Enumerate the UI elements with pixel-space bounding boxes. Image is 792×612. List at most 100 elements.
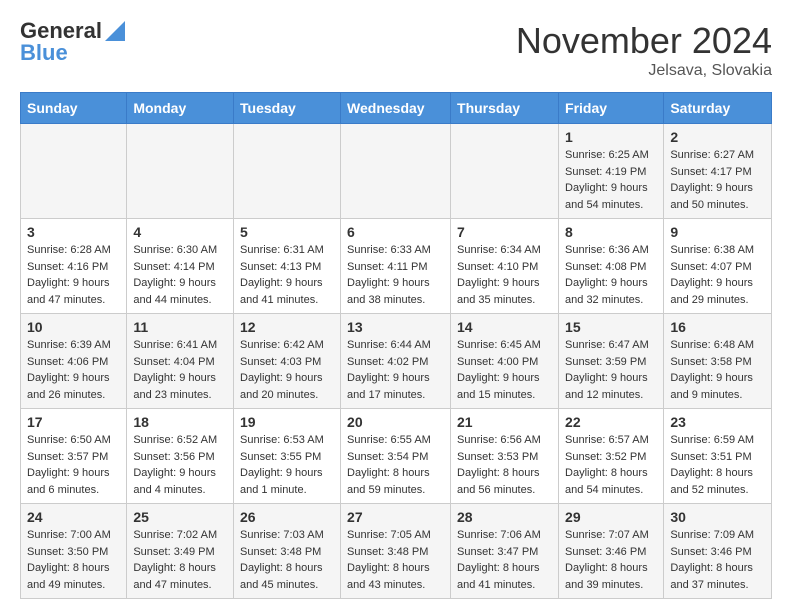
calendar-week-1: 3 Sunrise: 6:28 AMSunset: 4:16 PMDaylight… [21,219,772,314]
logo-triangle-icon [105,21,125,41]
day-number: 6 [347,224,444,240]
day-info: Sunrise: 7:00 AMSunset: 3:50 PMDaylight:… [27,527,120,593]
calendar-cell: 12Sunrise: 6:42 AMSunset: 4:03 PMDayligh… [234,314,341,409]
day-number: 19 [240,414,334,430]
calendar-cell: 29 Sunrise: 7:07 AMSunset: 3:46 PMDayligh… [559,504,664,599]
day-info: Sunrise: 6:53 AMSunset: 3:55 PMDaylight:… [240,432,334,498]
calendar-cell: 9 Sunrise: 6:38 AMSunset: 4:07 PMDaylight… [664,219,772,314]
day-number: 30 [670,509,765,525]
day-info: Sunrise: 6:25 AMSunset: 4:19 PMDaylight:… [565,147,657,213]
day-info: Sunrise: 6:48 AMSunset: 3:58 PMDaylight:… [670,337,765,403]
col-thursday: Thursday [451,93,559,124]
calendar-cell: 5Sunrise: 6:31 AMSunset: 4:13 PMDaylight… [234,219,341,314]
col-sunday: Sunday [21,93,127,124]
day-number: 10 [27,319,120,335]
calendar-cell [451,124,559,219]
day-number: 2 [670,129,765,145]
day-number: 22 [565,414,657,430]
calendar-cell: 23 Sunrise: 6:59 AMSunset: 3:51 PMDayligh… [664,409,772,504]
day-number: 14 [457,319,552,335]
calendar-cell [234,124,341,219]
day-number: 23 [670,414,765,430]
day-number: 24 [27,509,120,525]
day-info: Sunrise: 6:45 AMSunset: 4:00 PMDaylight:… [457,337,552,403]
day-number: 27 [347,509,444,525]
day-info: Sunrise: 7:02 AMSunset: 3:49 PMDaylight:… [133,527,227,593]
calendar-week-4: 24 Sunrise: 7:00 AMSunset: 3:50 PMDayligh… [21,504,772,599]
calendar-cell: 27 Sunrise: 7:05 AMSunset: 3:48 PMDayligh… [341,504,451,599]
col-monday: Monday [127,93,234,124]
day-info: Sunrise: 6:59 AMSunset: 3:51 PMDaylight:… [670,432,765,498]
logo: General Blue [20,20,125,64]
calendar-cell: 3 Sunrise: 6:28 AMSunset: 4:16 PMDaylight… [21,219,127,314]
day-info: Sunrise: 6:57 AMSunset: 3:52 PMDaylight:… [565,432,657,498]
calendar-cell: 15 Sunrise: 6:47 AMSunset: 3:59 PMDayligh… [559,314,664,409]
calendar-cell: 14 Sunrise: 6:45 AMSunset: 4:00 PMDayligh… [451,314,559,409]
location: Jelsava, Slovakia [516,62,772,80]
day-info: Sunrise: 6:28 AMSunset: 4:16 PMDaylight:… [27,242,120,308]
calendar-cell: 11Sunrise: 6:41 AMSunset: 4:04 PMDayligh… [127,314,234,409]
calendar-header: Sunday Monday Tuesday Wednesday Thursday… [21,93,772,124]
calendar-cell: 21 Sunrise: 6:56 AMSunset: 3:53 PMDayligh… [451,409,559,504]
col-wednesday: Wednesday [341,93,451,124]
day-number: 28 [457,509,552,525]
title-section: November 2024 Jelsava, Slovakia [516,20,772,80]
day-info: Sunrise: 6:34 AMSunset: 4:10 PMDaylight:… [457,242,552,308]
calendar-cell: 25 Sunrise: 7:02 AMSunset: 3:49 PMDayligh… [127,504,234,599]
day-number: 11 [133,319,227,335]
day-info: Sunrise: 6:38 AMSunset: 4:07 PMDaylight:… [670,242,765,308]
col-tuesday: Tuesday [234,93,341,124]
day-number: 15 [565,319,657,335]
day-number: 8 [565,224,657,240]
calendar-week-2: 10Sunrise: 6:39 AMSunset: 4:06 PMDayligh… [21,314,772,409]
calendar-cell: 6Sunrise: 6:33 AMSunset: 4:11 PMDaylight… [341,219,451,314]
day-number: 20 [347,414,444,430]
calendar-cell: 7 Sunrise: 6:34 AMSunset: 4:10 PMDaylight… [451,219,559,314]
day-info: Sunrise: 7:03 AMSunset: 3:48 PMDaylight:… [240,527,334,593]
calendar-body: 1 Sunrise: 6:25 AMSunset: 4:19 PMDaylight… [21,124,772,599]
calendar-table: Sunday Monday Tuesday Wednesday Thursday… [20,92,772,599]
calendar-cell: 19 Sunrise: 6:53 AMSunset: 3:55 PMDayligh… [234,409,341,504]
day-info: Sunrise: 7:06 AMSunset: 3:47 PMDaylight:… [457,527,552,593]
day-info: Sunrise: 6:30 AMSunset: 4:14 PMDaylight:… [133,242,227,308]
day-info: Sunrise: 7:09 AMSunset: 3:46 PMDaylight:… [670,527,765,593]
calendar-cell: 30 Sunrise: 7:09 AMSunset: 3:46 PMDayligh… [664,504,772,599]
day-info: Sunrise: 6:47 AMSunset: 3:59 PMDaylight:… [565,337,657,403]
day-number: 9 [670,224,765,240]
day-number: 21 [457,414,552,430]
day-number: 1 [565,129,657,145]
day-info: Sunrise: 6:55 AMSunset: 3:54 PMDaylight:… [347,432,444,498]
calendar-cell: 8Sunrise: 6:36 AMSunset: 4:08 PMDaylight… [559,219,664,314]
day-info: Sunrise: 6:52 AMSunset: 3:56 PMDaylight:… [133,432,227,498]
day-number: 29 [565,509,657,525]
month-title: November 2024 [516,20,772,62]
day-number: 3 [27,224,120,240]
day-number: 16 [670,319,765,335]
day-info: Sunrise: 7:05 AMSunset: 3:48 PMDaylight:… [347,527,444,593]
calendar-cell: 28 Sunrise: 7:06 AMSunset: 3:47 PMDayligh… [451,504,559,599]
calendar-cell: 22 Sunrise: 6:57 AMSunset: 3:52 PMDayligh… [559,409,664,504]
day-info: Sunrise: 6:42 AMSunset: 4:03 PMDaylight:… [240,337,334,403]
day-number: 17 [27,414,120,430]
day-number: 26 [240,509,334,525]
header: General Blue November 2024 Jelsava, Slov… [20,20,772,80]
day-number: 25 [133,509,227,525]
calendar-cell: 26 Sunrise: 7:03 AMSunset: 3:48 PMDayligh… [234,504,341,599]
day-number: 7 [457,224,552,240]
calendar-cell: 16 Sunrise: 6:48 AMSunset: 3:58 PMDayligh… [664,314,772,409]
day-info: Sunrise: 6:44 AMSunset: 4:02 PMDaylight:… [347,337,444,403]
day-info: Sunrise: 7:07 AMSunset: 3:46 PMDaylight:… [565,527,657,593]
calendar-cell: 13 Sunrise: 6:44 AMSunset: 4:02 PMDayligh… [341,314,451,409]
day-number: 13 [347,319,444,335]
calendar-cell: 4Sunrise: 6:30 AMSunset: 4:14 PMDaylight… [127,219,234,314]
day-number: 18 [133,414,227,430]
calendar-cell [127,124,234,219]
col-saturday: Saturday [664,93,772,124]
day-info: Sunrise: 6:56 AMSunset: 3:53 PMDaylight:… [457,432,552,498]
calendar-week-3: 17Sunrise: 6:50 AMSunset: 3:57 PMDayligh… [21,409,772,504]
calendar-week-0: 1 Sunrise: 6:25 AMSunset: 4:19 PMDaylight… [21,124,772,219]
calendar-cell: 24 Sunrise: 7:00 AMSunset: 3:50 PMDayligh… [21,504,127,599]
calendar-cell: 10Sunrise: 6:39 AMSunset: 4:06 PMDayligh… [21,314,127,409]
logo-general: General [20,20,102,42]
day-info: Sunrise: 6:31 AMSunset: 4:13 PMDaylight:… [240,242,334,308]
